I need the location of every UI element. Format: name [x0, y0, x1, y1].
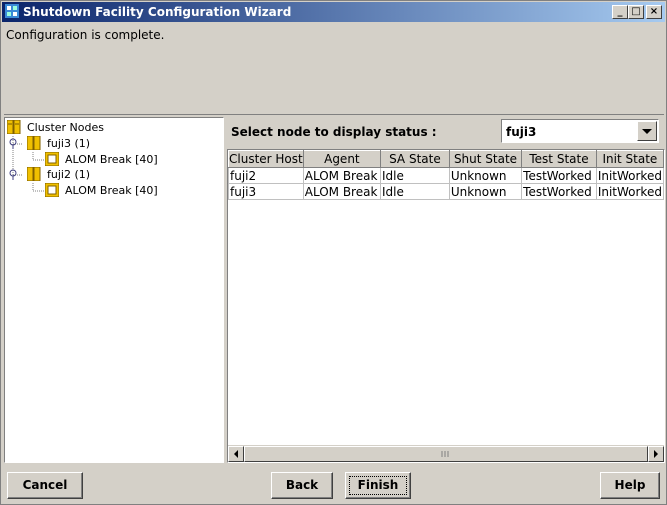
table-cell: Unknown [448, 167, 523, 184]
tree-node-label: fuji3 (1) [47, 137, 91, 150]
table-cell: InitWorked [595, 167, 664, 184]
horizontal-scrollbar[interactable] [228, 445, 664, 462]
status-table[interactable]: Cluster Host Agent SA State Shut State T… [227, 149, 665, 463]
table-header-row: Cluster Host Agent SA State Shut State T… [228, 150, 664, 168]
status-panel: Select node to display status : fuji3 Cl… [227, 117, 665, 463]
tree-node-label: fuji2 (1) [47, 168, 91, 181]
cancel-button[interactable]: Cancel [7, 472, 83, 499]
column-header[interactable]: Cluster Host [228, 150, 304, 168]
scroll-left-button[interactable] [228, 446, 244, 462]
table-row[interactable]: fuji2 ALOM Break Idle Unknown TestWorked… [228, 167, 664, 184]
table-cell: TestWorked [521, 183, 597, 200]
server-icon [27, 167, 41, 181]
node-select-dropdown[interactable]: fuji3 [501, 119, 659, 143]
scroll-thumb[interactable] [244, 446, 648, 462]
status-grid: Cluster Host Agent SA State Shut State T… [228, 150, 664, 200]
table-cell: Idle [380, 183, 450, 200]
table-cell: ALOM Break [302, 167, 382, 184]
tree-root-label: Cluster Nodes [27, 121, 104, 134]
grip-icon [441, 451, 449, 457]
dropdown-arrow-button[interactable] [637, 121, 657, 141]
minimize-icon: _ [617, 6, 623, 17]
arrow-left-icon [234, 450, 238, 458]
select-node-label: Select node to display status : [231, 125, 437, 139]
maximize-icon: □ [631, 6, 641, 17]
close-icon: × [649, 6, 659, 17]
column-header[interactable]: Test State [521, 150, 597, 168]
table-cell: fuji2 [228, 167, 304, 184]
agent-icon [45, 152, 59, 166]
window-title: Shutdown Facility Configuration Wizard [23, 5, 292, 19]
agent-icon [45, 183, 59, 197]
help-button[interactable]: Help [600, 472, 660, 499]
wizard-window: Shutdown Facility Configuration Wizard _… [0, 0, 667, 505]
cluster-icon [7, 120, 21, 134]
expand-toggle-icon[interactable] [7, 169, 19, 181]
column-header[interactable]: SA State [380, 150, 450, 168]
table-cell: TestWorked [521, 167, 597, 184]
table-cell: Unknown [448, 183, 523, 200]
finish-button[interactable]: Finish [345, 472, 411, 499]
status-message: Configuration is complete. [6, 28, 165, 42]
cluster-tree[interactable]: Cluster Nodes fuji3 (1) ALOM Break [40] [4, 117, 224, 463]
title-bar[interactable]: Shutdown Facility Configuration Wizard _… [2, 2, 665, 22]
table-cell: fuji3 [228, 183, 304, 200]
message-area: Configuration is complete. [4, 24, 664, 115]
tree-agent-label: ALOM Break [40] [65, 184, 158, 197]
tree-agent-label: ALOM Break [40] [65, 153, 158, 166]
arrow-right-icon [654, 450, 658, 458]
chevron-down-icon [642, 129, 652, 134]
table-row[interactable]: fuji3 ALOM Break Idle Unknown TestWorked… [228, 183, 664, 200]
expand-toggle-icon[interactable] [7, 138, 19, 150]
table-cell: Idle [380, 167, 450, 184]
maximize-button[interactable]: □ [628, 5, 644, 19]
scroll-right-button[interactable] [648, 446, 664, 462]
selected-node-value: fuji3 [506, 125, 537, 139]
close-button[interactable]: × [646, 5, 662, 19]
minimize-button[interactable]: _ [612, 5, 628, 19]
column-header[interactable]: Agent [302, 150, 382, 168]
column-header[interactable]: Init State [595, 150, 664, 168]
back-button[interactable]: Back [271, 472, 333, 499]
server-icon [27, 136, 41, 150]
column-header[interactable]: Shut State [448, 150, 523, 168]
table-cell: ALOM Break [302, 183, 382, 200]
app-icon [5, 4, 19, 18]
table-cell: InitWorked [595, 183, 664, 200]
